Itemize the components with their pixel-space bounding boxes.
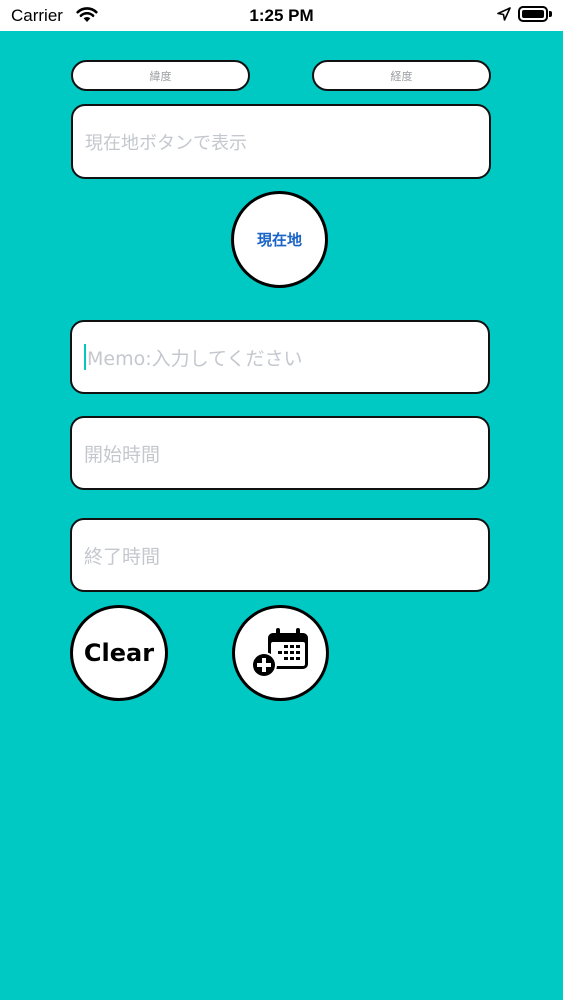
clear-label: Clear: [83, 639, 155, 667]
calendar-add-icon: [250, 628, 308, 678]
current-location-button[interactable]: 現在地: [231, 191, 328, 288]
start-time-placeholder: 開始時間: [84, 443, 161, 466]
current-location-label: 現在地: [256, 232, 302, 249]
longitude-placeholder: 経度: [390, 69, 413, 83]
add-to-calendar-button[interactable]: [232, 605, 329, 701]
end-time-input[interactable]: 終了時間: [70, 518, 490, 592]
address-placeholder: 現在地ボタンで表示: [85, 132, 247, 154]
status-time: 1:25 PM: [249, 6, 314, 25]
memo-input[interactable]: Memo:入力してください: [70, 320, 490, 394]
battery-tip: [549, 11, 552, 17]
text-caret: [84, 344, 86, 370]
address-field[interactable]: 現在地ボタンで表示: [71, 104, 491, 179]
battery-icon: [518, 6, 548, 22]
latitude-field[interactable]: 緯度: [71, 60, 250, 91]
start-time-input[interactable]: 開始時間: [70, 416, 490, 490]
status-bar: Carrier 1:25 PM: [0, 0, 563, 31]
longitude-field[interactable]: 経度: [312, 60, 491, 91]
location-arrow-icon: [497, 7, 511, 21]
memo-placeholder: Memo:入力してください: [87, 347, 303, 370]
latitude-placeholder: 緯度: [149, 69, 172, 83]
end-time-placeholder: 終了時間: [84, 545, 161, 568]
clear-button[interactable]: Clear: [70, 605, 168, 701]
